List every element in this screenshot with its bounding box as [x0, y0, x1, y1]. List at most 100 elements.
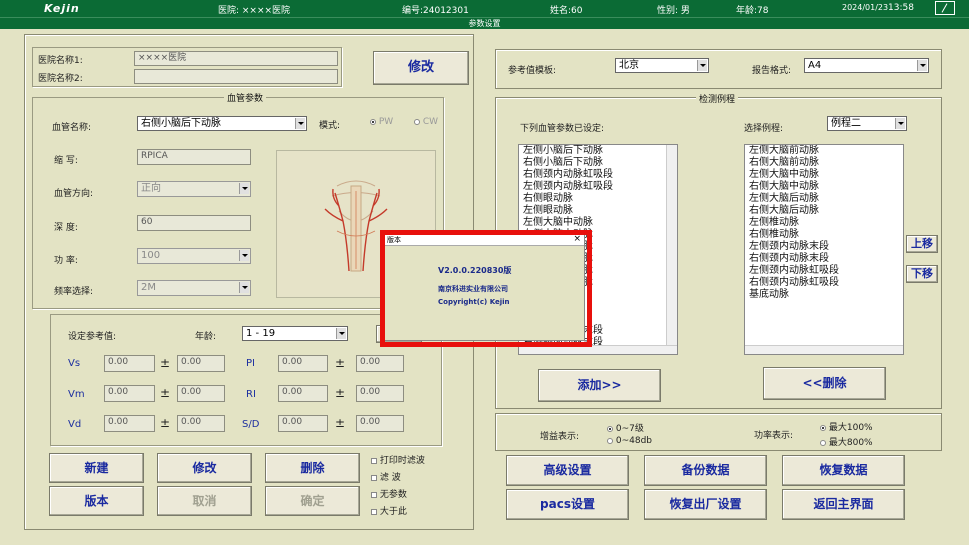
procedure-select[interactable]: 例程二 — [827, 116, 907, 131]
age-range-select[interactable]: 1 - 19 — [242, 326, 348, 341]
mode-cw-label: CW — [422, 117, 439, 127]
report-format-select[interactable]: A4 — [804, 58, 929, 73]
ri-sd-field[interactable]: 0.00 — [356, 385, 404, 402]
power-display-label: 功率表示: — [754, 431, 794, 441]
vertical-scrollbar[interactable] — [666, 145, 677, 354]
pi-mean-field[interactable]: 0.00 — [278, 355, 328, 372]
report-format-label: 报告格式: — [752, 66, 792, 76]
mode-cw-radio[interactable]: CW — [414, 117, 438, 127]
chevron-down-icon — [697, 60, 707, 71]
list-item[interactable]: 左侧大脑中动脉 — [521, 217, 677, 229]
horizontal-scrollbar[interactable] — [745, 345, 903, 354]
hospital-modify-button[interactable]: 修改 — [373, 51, 469, 85]
cancel-button[interactable]: 取消 — [157, 486, 252, 516]
template-value: 北京 — [619, 60, 639, 71]
power-800-radio[interactable]: 最大800% — [820, 435, 873, 448]
version-button[interactable]: 版本 — [49, 486, 144, 516]
frequency-select[interactable]: 2M — [137, 280, 251, 296]
list-item[interactable]: 右侧大脑前动脉 — [747, 157, 903, 169]
direction-label: 血管方向: — [54, 189, 94, 199]
vs-sd-field[interactable]: 0.00 — [177, 355, 225, 372]
no-param-checkbox[interactable]: 无参数 — [371, 487, 407, 500]
vd-label: Vd — [68, 419, 82, 430]
list-item[interactable]: 左侧大脑前动脉 — [747, 145, 903, 157]
pi-label: PI — [246, 358, 255, 369]
filter-checkbox[interactable]: 滤 波 — [371, 470, 401, 483]
backup-button[interactable]: 备份数据 — [644, 455, 767, 486]
add-button[interactable]: 添加>> — [538, 369, 661, 402]
procedure-vessel-items: 左侧大脑前动脉 右侧大脑前动脉 左侧大脑中动脉 右侧大脑中动脉 左侧大脑后动脉 右侧大脑后… — [745, 145, 903, 301]
hospital-name-2-field[interactable] — [134, 69, 338, 84]
confirm-button[interactable]: 确定 — [265, 486, 360, 516]
factory-reset-button[interactable]: 恢复出厂设置 — [644, 489, 767, 520]
select-procedure-label: 选择例程: — [744, 124, 784, 134]
pi-sd-field[interactable]: 0.00 — [356, 355, 404, 372]
radio-icon — [370, 118, 376, 125]
list-item[interactable]: 左侧大脑中动脉 — [747, 169, 903, 181]
remove-button[interactable]: <<删除 — [763, 367, 886, 400]
plus-minus-icon: ± — [335, 356, 346, 370]
vessel-name-select[interactable]: 右侧小脑后下动脉 — [137, 116, 307, 131]
chevron-down-icon — [917, 60, 927, 71]
depth-field[interactable]: 60 — [137, 215, 251, 231]
chevron-down-icon — [239, 282, 249, 293]
sd-sd-field[interactable]: 0.00 — [356, 415, 404, 432]
vm-sd-field[interactable]: 0.00 — [177, 385, 225, 402]
hospital-name-1-field[interactable]: ××××医院 — [134, 51, 338, 66]
gain-db-radio[interactable]: 0~48db — [607, 436, 652, 446]
no-param-label: 无参数 — [379, 490, 407, 500]
ri-mean-field[interactable]: 0.00 — [278, 385, 328, 402]
delete-button[interactable]: 删除 — [265, 453, 360, 483]
list-item[interactable]: 右侧大脑后动脉 — [747, 205, 903, 217]
new-button[interactable]: 新建 — [49, 453, 144, 483]
gain-level-radio[interactable]: 0~7级 — [607, 421, 644, 434]
vs-mean-field[interactable]: 0.00 — [104, 355, 155, 372]
list-item[interactable]: 左侧眼动脉 — [521, 205, 677, 217]
list-item[interactable]: 左侧颈内动脉虹吸段 — [747, 265, 903, 277]
vm-mean-field[interactable]: 0.00 — [104, 385, 155, 402]
minimize-icon[interactable] — [935, 1, 955, 15]
checkbox-icon — [371, 508, 377, 515]
list-item[interactable]: 基底动脉 — [747, 289, 903, 301]
move-up-button[interactable]: 上移 — [906, 235, 938, 253]
modify-button[interactable]: 修改 — [157, 453, 252, 483]
back-main-button[interactable]: 返回主界面 — [782, 489, 905, 520]
list-item[interactable]: 左侧颈内动脉末段 — [747, 241, 903, 253]
list-item[interactable]: 右侧颈内动脉虹吸段 — [747, 277, 903, 289]
vm-label: Vm — [68, 389, 85, 400]
print-filter-checkbox[interactable]: 打印时滤波 — [371, 453, 425, 466]
list-item[interactable]: 右侧小脑后下动脉 — [521, 157, 677, 169]
abbr-field[interactable]: RPICA — [137, 149, 251, 165]
pacs-settings-button[interactable]: pacs设置 — [506, 489, 629, 520]
header-time: 13:58 — [888, 3, 914, 13]
ri-label: RI — [246, 389, 256, 400]
power-100-radio[interactable]: 最大100% — [820, 420, 873, 433]
list-item[interactable]: 右侧椎动脉 — [747, 229, 903, 241]
list-item[interactable]: 右侧颈内动脉末段 — [747, 253, 903, 265]
list-item[interactable]: 左侧颈内动脉虹吸段 — [521, 181, 677, 193]
move-down-button[interactable]: 下移 — [906, 265, 938, 283]
mode-label: 模式: — [319, 121, 341, 131]
restore-button[interactable]: 恢复数据 — [782, 455, 905, 486]
sd-mean-field[interactable]: 0.00 — [278, 415, 328, 432]
list-item[interactable]: 左侧椎动脉 — [747, 217, 903, 229]
greater-than-checkbox[interactable]: 大于此 — [371, 504, 407, 517]
list-item[interactable]: 左侧大脑后动脉 — [747, 193, 903, 205]
list-item[interactable]: 右侧颈内动脉虹吸段 — [521, 169, 677, 181]
hospital-label-2: 医院名称2: — [38, 74, 83, 84]
vd-sd-field[interactable]: 0.00 — [177, 415, 225, 432]
power-select[interactable]: 100 — [137, 248, 251, 264]
template-select[interactable]: 北京 — [615, 58, 709, 73]
advanced-settings-button[interactable]: 高级设置 — [506, 455, 629, 486]
list-item[interactable]: 左侧小脑后下动脉 — [521, 145, 677, 157]
direction-select[interactable]: 正向 — [137, 181, 251, 197]
brand-logo: Kejin — [44, 2, 80, 15]
list-item[interactable]: 右侧大脑中动脉 — [747, 181, 903, 193]
mode-pw-radio[interactable]: PW — [370, 117, 393, 127]
procedure-vessel-list[interactable]: 左侧大脑前动脉 右侧大脑前动脉 左侧大脑中动脉 右侧大脑中动脉 左侧大脑后动脉 右侧大脑后… — [744, 144, 904, 355]
list-item[interactable]: 右侧眼动脉 — [521, 193, 677, 205]
chevron-down-icon — [895, 118, 905, 129]
vd-mean-field[interactable]: 0.00 — [104, 415, 155, 432]
template-label: 参考值模板: — [508, 66, 557, 76]
plus-minus-icon: ± — [335, 386, 346, 400]
